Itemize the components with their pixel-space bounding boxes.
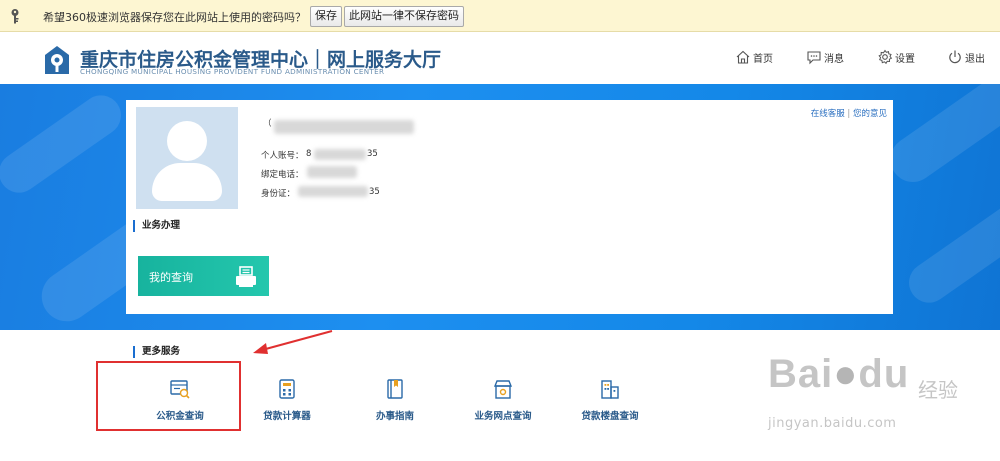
service-branch-query-label: 业务网点查询 [474,411,532,422]
card-links: 在线客服 | 您的意见 [811,107,887,119]
nav-messages-label: 消息 [824,53,844,65]
account-suffix: 35 [367,149,378,159]
service-branch-query[interactable]: 业务网点查询 [453,378,553,422]
banner-decoration [881,84,1000,191]
nav-settings-label: 设置 [895,53,915,65]
site-header: 重庆市住房公积金管理中心｜网上服务大厅 CHONGQING MUNICIPAL … [0,32,1000,84]
nav-messages[interactable]: 消息 [806,49,844,65]
my-query-label: 我的查询 [149,271,193,284]
arrow-annotation-icon [253,330,333,354]
feedback-link[interactable]: 您的意见 [853,109,887,119]
watermark-brand: Bai●du [768,352,910,396]
password-save-bar: 希望360极速浏览器保存您在此网站上使用的密码吗？ 保存 此网站一律不保存密码 [0,0,1000,32]
banner-decoration [0,87,129,201]
avatar [136,107,238,209]
masked-name [274,120,414,134]
nav-home-label: 首页 [753,53,773,65]
banner-decoration [901,197,1000,311]
id-suffix: 35 [369,187,380,197]
business-section-title: 业务办理 [133,220,180,232]
building-icon [601,380,619,399]
site-subtitle: CHONGQING MUNICIPAL HOUSING PROVIDENT FU… [80,67,385,76]
my-query-button[interactable]: 我的查询 [138,256,269,296]
link-separator: | [847,109,851,119]
account-prefix: 8 [306,149,312,159]
calculator-icon [279,379,295,399]
power-icon [949,50,961,64]
key-icon [11,9,19,24]
message-icon [807,51,821,65]
service-guide-label: 办事指南 [375,411,414,422]
name-text: （ [263,119,272,129]
nav-settings[interactable]: 设置 [877,49,915,65]
account-label: 个人账号： [261,151,304,161]
printer-icon [236,266,256,287]
phone-label: 绑定电话： [261,170,304,180]
logo-icon [45,46,69,74]
more-services-title: 更多服务 [133,346,180,358]
masked-account [314,149,366,160]
nav-home[interactable]: 首页 [735,49,773,65]
profile-card: （ 个人账号： 8 35 绑定电话： 身份证： 35 在线客服 | 您的意见 业… [126,100,893,314]
home-icon [736,50,750,64]
service-loan-calculator-label: 贷款计算器 [263,411,311,422]
watermark-url: jingyan.baidu.com [768,416,897,431]
nav-logout-label: 退出 [965,53,985,65]
id-label: 身份证： [261,189,296,199]
masked-phone [307,166,357,178]
watermark-cn: 经验 [918,378,958,402]
never-save-password-button[interactable]: 此网站一律不保存密码 [344,6,464,27]
baidu-watermark: Bai●du 经验 jingyan.baidu.com [768,352,988,442]
guide-book-icon [387,379,403,399]
password-save-message: 希望360极速浏览器保存您在此网站上使用的密码吗？ [43,11,306,24]
service-loan-calculator[interactable]: 贷款计算器 [237,378,337,422]
branch-store-icon [493,380,513,399]
masked-id [298,186,368,197]
service-property-query-label: 贷款楼盘查询 [581,411,639,422]
online-service-link[interactable]: 在线客服 [811,109,845,119]
service-property-query[interactable]: 贷款楼盘查询 [560,378,660,422]
highlight-box [96,361,241,431]
save-password-button[interactable]: 保存 [310,6,342,27]
gear-icon [878,49,893,65]
service-guide[interactable]: 办事指南 [345,378,445,422]
nav-logout[interactable]: 退出 [947,49,985,65]
